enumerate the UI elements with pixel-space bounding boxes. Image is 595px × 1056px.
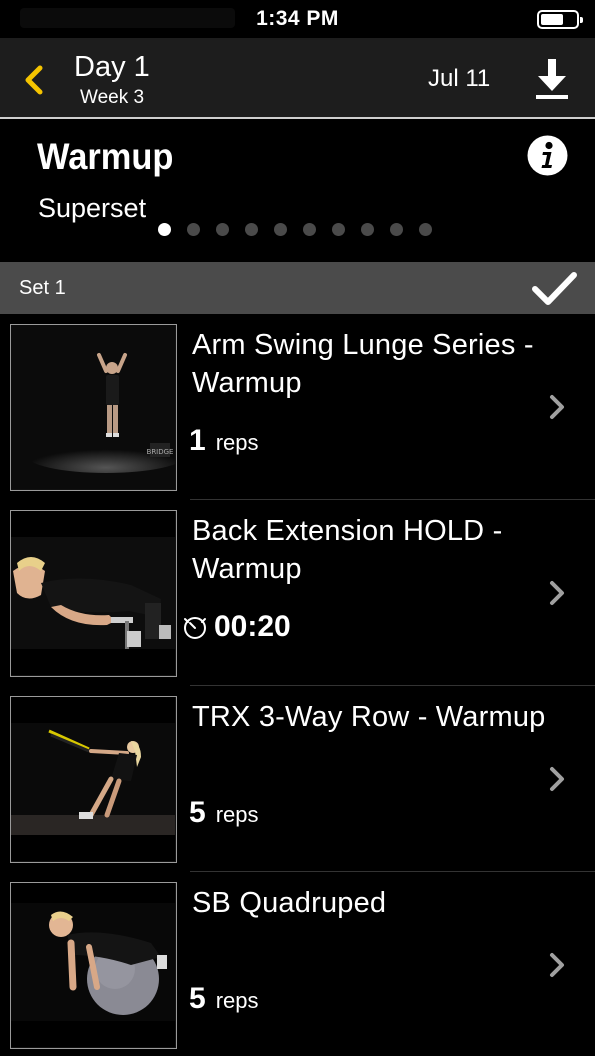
timer-value: 00:20 [214,610,291,643]
exercise-reps: 5 reps [189,982,258,1016]
reps-unit: reps [215,430,259,455]
page-dot[interactable] [419,223,432,236]
status-bar: 1:34 PM [0,0,595,38]
chevron-left-icon[interactable] [20,63,50,97]
page-dot[interactable] [274,223,287,236]
chevron-right-icon [547,766,569,792]
reps-unit: reps [215,802,259,827]
section-title: Warmup [37,136,174,177]
exercise-thumbnail [10,696,177,863]
nav-date: Jul 11 [428,65,491,92]
chevron-right-icon [547,394,569,420]
page-dot[interactable] [245,223,258,236]
nav-subtitle: Week 3 [80,87,145,108]
set-label: Set 1 [19,277,66,299]
page-dot[interactable] [158,223,171,236]
exercise-thumbnail [10,510,177,677]
workout-header: Warmup Superset [0,121,595,261]
exercise-name: Arm Swing Lunge Series - Warmup [192,329,534,399]
checkmark-icon[interactable] [530,270,578,308]
exercise-thumbnail [10,882,177,1049]
exercise-row[interactable]: TRX 3-Way Row - Warmup 5 reps [0,686,595,872]
page-dot[interactable] [361,223,374,236]
reps-unit: reps [215,988,259,1013]
exercise-reps: 1 reps [189,424,258,458]
chevron-right-icon [547,580,569,606]
exercise-duration: 00:20 [184,610,291,644]
exercise-name: Back Extension HOLD - Warmup [192,515,503,585]
page-indicator[interactable] [158,223,432,237]
exercise-thumbnail: BRIDGE [10,324,177,491]
exercise-row[interactable]: SB Quadruped 5 reps [0,872,595,1056]
page-dot[interactable] [390,223,403,236]
chevron-right-icon [547,952,569,978]
page-dot[interactable] [332,223,345,236]
page-dot[interactable] [303,223,316,236]
info-icon[interactable] [527,135,568,176]
thumb-logo: BRIDGE [147,448,174,456]
reps-count: 1 [189,424,206,457]
battery-icon [537,10,583,29]
exercise-row[interactable]: Back Extension HOLD - Warmup 00:20 [0,500,595,686]
set-bar: Set 1 [0,262,595,314]
status-time: 1:34 PM [256,7,339,30]
exercise-reps: 5 reps [189,796,258,830]
exercise-name: SB Quadruped [192,887,387,919]
page-dot[interactable] [187,223,200,236]
reps-count: 5 [189,796,206,829]
nav-bar: Day 1 Week 3 Jul 11 [0,38,595,119]
page-dot[interactable] [216,223,229,236]
exercise-name: TRX 3-Way Row - Warmup [192,701,546,733]
download-icon[interactable] [532,56,572,102]
section-subtitle: Superset [38,193,147,223]
stopwatch-icon [182,614,208,640]
exercise-row[interactable]: BRIDGE Arm Swing Lunge Series - Warmup 1… [0,314,595,500]
nav-title: Day 1 [74,51,150,83]
reps-count: 5 [189,982,206,1015]
